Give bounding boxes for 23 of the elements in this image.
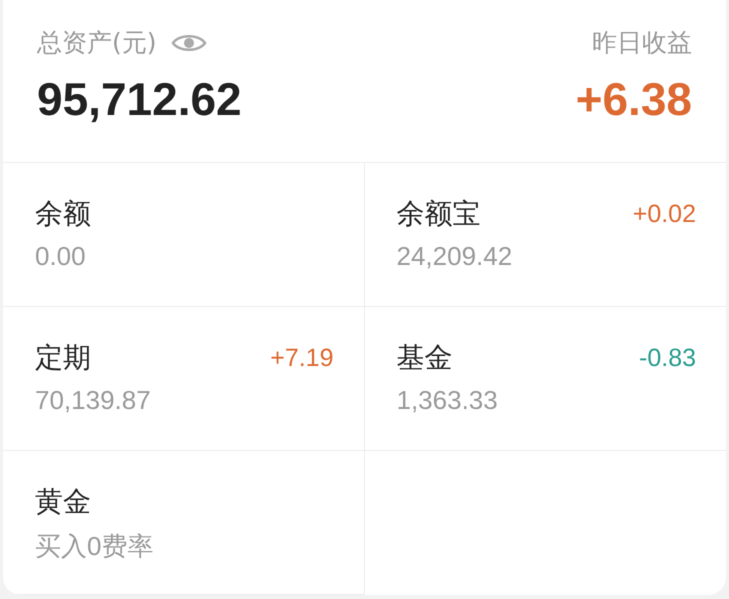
asset-change: +0.02 [632, 200, 696, 228]
asset-value: 70,139.87 [35, 385, 152, 416]
asset-value: 买入0费率 [35, 530, 154, 563]
yesterday-earnings-label: 昨日收益 [592, 27, 692, 59]
asset-name: 余额 [35, 196, 91, 232]
asset-change: +7.19 [270, 344, 334, 372]
asset-item[interactable]: 黄金 买入0费率 [3, 451, 364, 595]
total-assets-label: 总资产(元) [37, 27, 157, 59]
asset-name: 黄金 [35, 484, 91, 520]
asset-item[interactable]: 定期 +7.19 70,139.87 [3, 307, 364, 451]
eye-icon[interactable] [170, 32, 207, 54]
asset-value: 24,209.42 [396, 241, 514, 272]
asset-value: 1,363.33 [396, 385, 499, 416]
asset-name: 余额宝 [396, 196, 480, 232]
asset-name: 基金 [396, 340, 452, 376]
total-assets-value: 95,712.62 [37, 72, 242, 126]
asset-change: -0.83 [639, 344, 696, 372]
asset-name: 定期 [35, 340, 91, 376]
asset-item[interactable]: 余额宝 +0.02 24,209.42 [364, 163, 726, 307]
asset-item[interactable]: 基金 -0.83 1,363.33 [364, 307, 726, 451]
asset-item[interactable]: 余额 0.00 [3, 163, 364, 307]
yesterday-earnings-value: +6.38 [576, 72, 692, 126]
asset-value: 0.00 [35, 241, 87, 272]
